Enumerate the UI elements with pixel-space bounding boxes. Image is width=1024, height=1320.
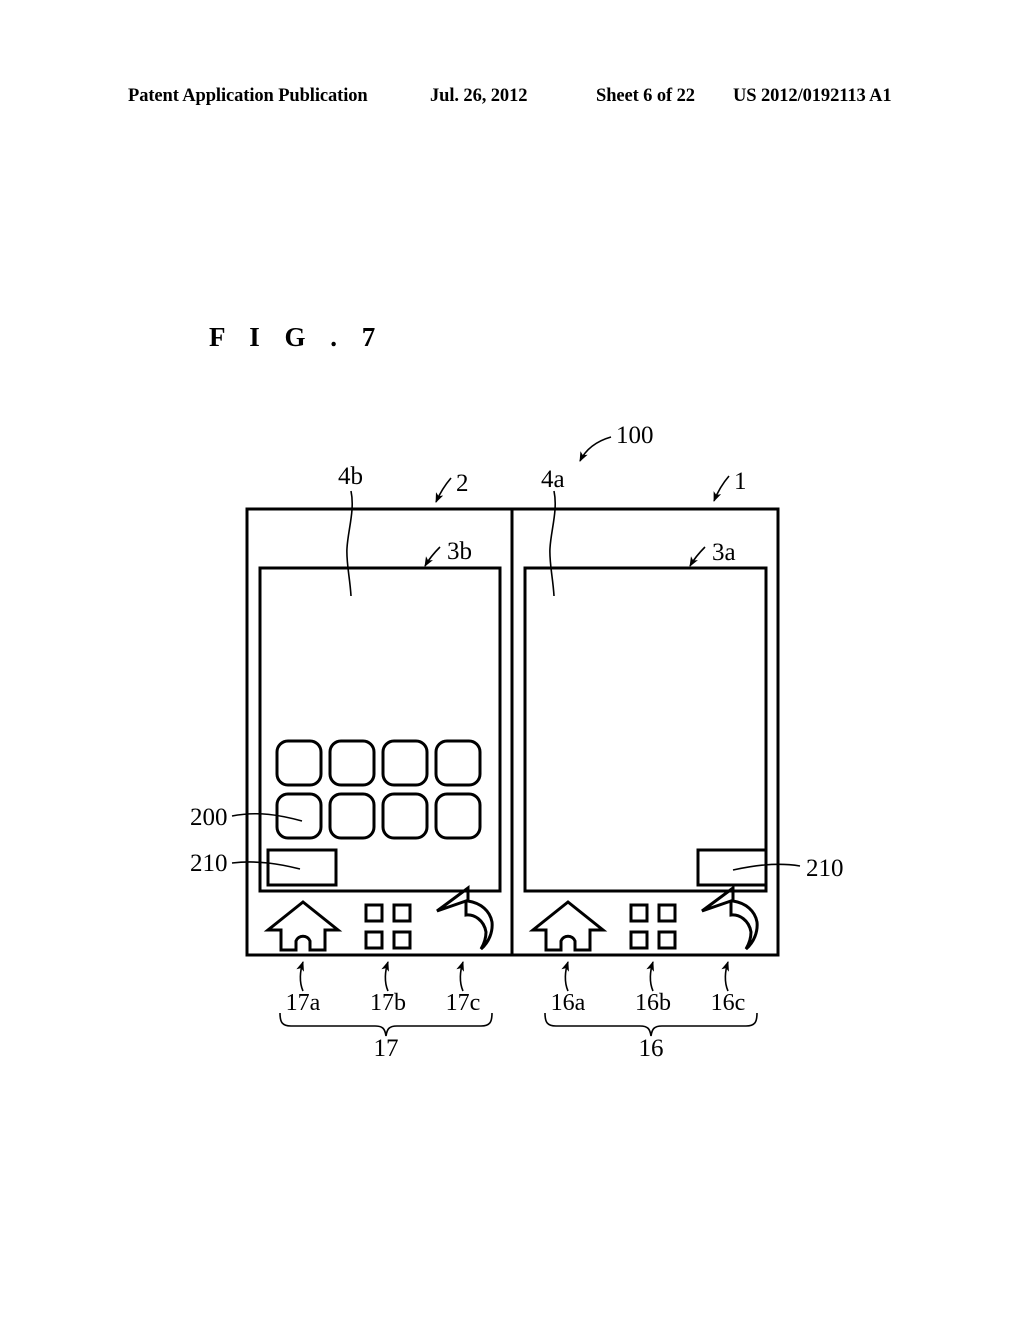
window-right-210[interactable] <box>696 848 768 887</box>
display-right-3a[interactable] <box>523 566 768 893</box>
callout-2: 2 <box>456 470 469 497</box>
leader-line-4b <box>346 490 354 597</box>
app-icon[interactable] <box>328 792 376 840</box>
leader-line-16b <box>646 961 654 992</box>
leader-line-17a <box>296 961 304 992</box>
home-icon[interactable] <box>263 900 343 952</box>
app-icon[interactable] <box>328 739 376 787</box>
grid-menu-icon[interactable] <box>629 903 677 950</box>
housing-left-outline <box>245 507 514 957</box>
back-arrow-icon[interactable] <box>436 885 494 951</box>
leader-line-17b <box>381 961 389 992</box>
callout-16: 16 <box>639 1035 664 1062</box>
grid-menu-icon[interactable] <box>364 903 412 950</box>
app-icon-grid <box>275 739 482 840</box>
callout-4a: 4a <box>541 466 565 493</box>
callout-17a: 17a <box>286 990 321 1016</box>
app-icon[interactable] <box>275 739 323 787</box>
leader-line-16c <box>721 961 729 992</box>
callout-4b: 4b <box>338 463 363 490</box>
leader-line-100 <box>579 436 612 462</box>
leader-line-1 <box>713 475 730 502</box>
callout-16a: 16a <box>551 990 586 1016</box>
leader-line-3b <box>424 546 441 567</box>
app-icon[interactable] <box>381 792 429 840</box>
callout-210-right: 210 <box>806 855 844 882</box>
callout-100: 100 <box>616 422 654 449</box>
back-arrow-icon[interactable] <box>701 885 759 951</box>
callout-17b: 17b <box>370 990 406 1016</box>
leader-line-16a <box>561 961 569 992</box>
leader-line-2 <box>435 477 452 503</box>
leader-line-17c <box>456 961 464 992</box>
callout-200: 200 <box>190 804 228 831</box>
patent-figure-drawing: 100 1 2 4a 4b 3a 3b 200 210 210 17a 17b … <box>0 0 1024 1320</box>
callout-3b: 3b <box>447 538 472 565</box>
callout-17c: 17c <box>446 990 481 1016</box>
window-left-210[interactable] <box>266 848 338 887</box>
callout-210-left: 210 <box>190 850 228 877</box>
leader-line-4a <box>549 490 557 597</box>
callout-1: 1 <box>734 468 747 495</box>
display-left-3b[interactable] <box>258 566 502 893</box>
callout-16b: 16b <box>635 990 671 1016</box>
brace-17 <box>279 1012 493 1037</box>
app-icon[interactable] <box>381 739 429 787</box>
callout-17: 17 <box>374 1035 399 1062</box>
app-icon[interactable] <box>434 739 482 787</box>
callout-16c: 16c <box>711 990 746 1016</box>
leader-line-3a <box>689 546 706 567</box>
brace-16 <box>544 1012 758 1037</box>
app-icon[interactable] <box>434 792 482 840</box>
leader-line-200 <box>231 812 303 822</box>
home-icon[interactable] <box>528 900 608 952</box>
leader-line-210-left <box>231 861 301 870</box>
callout-3a: 3a <box>712 539 736 566</box>
